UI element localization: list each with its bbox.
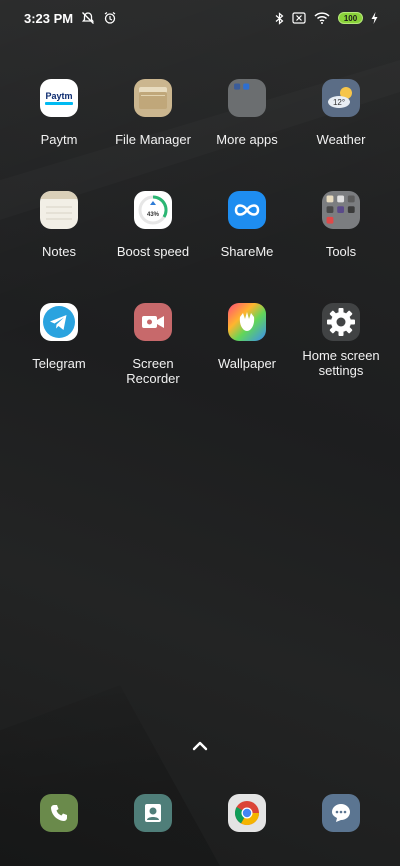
app-notes[interactable]: Notes bbox=[12, 191, 106, 259]
app-wallpaper[interactable]: Wallpaper bbox=[200, 303, 294, 371]
app-screen-recorder[interactable]: Screen Recorder bbox=[106, 303, 200, 386]
dock-phone[interactable] bbox=[40, 794, 78, 832]
app-label: Notes bbox=[42, 244, 76, 259]
weather-temp: 12° bbox=[333, 98, 345, 107]
app-drawer-chevron-up-icon[interactable] bbox=[188, 737, 212, 755]
app-label: Wallpaper bbox=[217, 356, 277, 371]
notes-icon bbox=[40, 191, 78, 229]
wifi-icon bbox=[314, 12, 330, 24]
folder-more-apps[interactable]: More apps bbox=[200, 79, 294, 147]
charging-icon bbox=[371, 12, 378, 24]
dock-chrome[interactable] bbox=[228, 794, 266, 832]
app-label: Telegram bbox=[32, 356, 86, 371]
telegram-icon bbox=[40, 303, 78, 341]
tools-folder-icon bbox=[322, 191, 360, 229]
status-bar: 3:23 PM 100 bbox=[0, 0, 400, 36]
sim-missing-icon bbox=[292, 12, 306, 24]
app-label: More apps bbox=[216, 132, 278, 147]
paytm-icon: Paytm bbox=[40, 79, 78, 117]
app-label: Boost speed bbox=[116, 244, 190, 259]
weather-icon: 12° bbox=[322, 79, 360, 117]
app-label: File Manager bbox=[115, 132, 191, 147]
app-paytm[interactable]: Paytm Paytm bbox=[12, 79, 106, 147]
app-shareme[interactable]: ShareMe bbox=[200, 191, 294, 259]
folder-icon bbox=[134, 79, 172, 117]
dock-contacts[interactable] bbox=[134, 794, 172, 832]
folder-more-apps-icon bbox=[228, 79, 266, 117]
alarm-icon bbox=[103, 11, 117, 25]
notifications-off-icon bbox=[81, 11, 95, 25]
gear-icon bbox=[322, 303, 360, 341]
app-boost-speed[interactable]: 43% Boost speed bbox=[106, 191, 200, 259]
app-label: Screen Recorder bbox=[126, 356, 180, 386]
phone-icon bbox=[51, 805, 67, 821]
messages-icon bbox=[332, 804, 350, 822]
battery-icon: 100 bbox=[338, 12, 363, 24]
boost-icon: 43% bbox=[134, 191, 172, 229]
paytm-wordmark: Paytm bbox=[45, 91, 72, 101]
shareme-icon bbox=[228, 191, 266, 229]
bluetooth-icon bbox=[275, 11, 284, 25]
app-weather[interactable]: 12° Weather bbox=[294, 79, 388, 147]
boost-percent: 43% bbox=[147, 212, 160, 218]
app-label: Home screen settings bbox=[302, 348, 380, 378]
app-label: Weather bbox=[316, 132, 366, 147]
folder-tools[interactable]: Tools bbox=[294, 191, 388, 259]
app-file-manager[interactable]: File Manager bbox=[106, 79, 200, 147]
screen-recorder-icon bbox=[134, 303, 172, 341]
app-label: ShareMe bbox=[220, 244, 274, 259]
chrome-icon bbox=[234, 801, 259, 826]
app-label: Paytm bbox=[40, 132, 78, 147]
app-label: Tools bbox=[325, 244, 357, 259]
contacts-icon bbox=[145, 804, 161, 822]
app-telegram[interactable]: Telegram bbox=[12, 303, 106, 371]
status-time: 3:23 PM bbox=[24, 10, 74, 26]
wallpaper-icon bbox=[228, 303, 266, 341]
app-home-screen-settings[interactable]: Home screen settings bbox=[294, 303, 388, 378]
dock-messages[interactable] bbox=[322, 794, 360, 832]
